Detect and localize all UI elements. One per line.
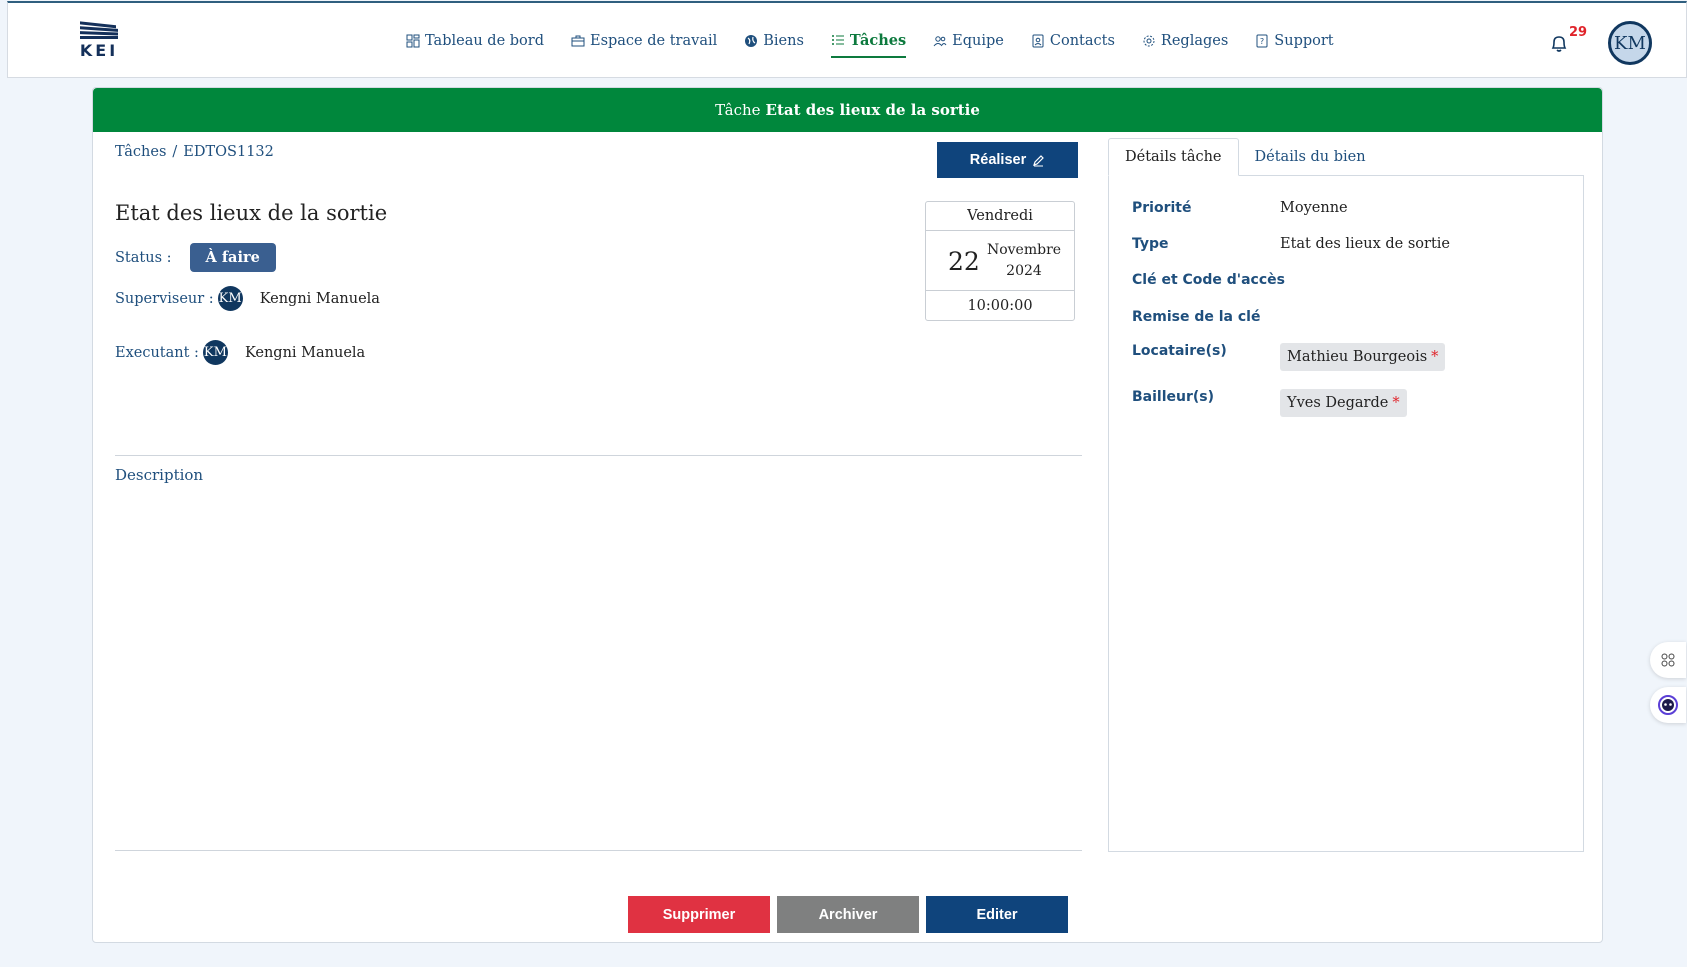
dashboard-icon	[406, 34, 420, 48]
type-value: Etat des lieux de sortie	[1280, 236, 1451, 252]
nav-workspace-label: Espace de travail	[589, 33, 718, 49]
nav-support[interactable]: ? Support	[1255, 23, 1334, 59]
nav-settings[interactable]: Reglages	[1142, 23, 1228, 59]
details-tabs: Détails tâche Détails du bien	[1108, 138, 1382, 176]
logo-text: KEI	[79, 41, 119, 60]
executor-label: Executant :	[115, 344, 199, 361]
list-icon	[831, 35, 844, 45]
pencil-icon	[1033, 154, 1045, 166]
breadcrumb-current: EDTOS1132	[183, 144, 274, 160]
type-label: Type	[1132, 236, 1169, 252]
date-time: 10:00:00	[967, 297, 1033, 314]
banner-prefix: Tâche	[715, 101, 761, 119]
executor-name: Kengni Manuela	[244, 344, 366, 361]
description-label: Description	[115, 466, 204, 484]
breadcrumb-separator: /	[172, 144, 178, 160]
date-year: 2024	[1006, 263, 1042, 279]
due-date-box: Vendredi 22 Novembre 2024 10:00:00	[925, 201, 1075, 321]
divider-top	[115, 455, 1082, 456]
tenant-required-mark: *	[1431, 349, 1439, 365]
supervisor-label: Superviseur :	[115, 290, 214, 307]
tenants-row: Locataire(s) Mathieu Bourgeois *	[1132, 343, 1446, 371]
nav-team[interactable]: Equipe	[933, 23, 1004, 59]
breadcrumb-root[interactable]: Tâches	[115, 144, 166, 160]
priority-label: Priorité	[1132, 200, 1192, 216]
team-icon	[933, 36, 947, 47]
nav-contacts-label: Contacts	[1049, 33, 1115, 49]
briefcase-icon	[571, 35, 585, 47]
supervisor-name: Kengni Manuela	[259, 290, 380, 307]
landlord-name: Yves Degarde	[1287, 395, 1389, 411]
svg-text:?: ?	[1260, 37, 1264, 46]
task-banner: Tâche Etat des lieux de la sortie	[93, 88, 1602, 132]
date-month-year: Novembre 2024	[982, 240, 1066, 282]
building-logo-icon	[80, 21, 118, 39]
tab-property-details[interactable]: Détails du bien	[1239, 138, 1382, 176]
bell-icon[interactable]	[1548, 33, 1570, 55]
key-handover-label: Remise de la clé	[1132, 309, 1261, 325]
tenant-chip[interactable]: Mathieu Bourgeois *	[1280, 343, 1446, 371]
edit-button[interactable]: Editer	[926, 896, 1068, 933]
status-row: Status : À faire	[115, 243, 276, 272]
nav-team-label: Equipe	[952, 33, 1004, 49]
nav-contacts[interactable]: Contacts	[1031, 23, 1115, 59]
key-handover-row: Remise de la clé	[1132, 309, 1312, 325]
user-avatar[interactable]: KM	[1608, 21, 1652, 65]
priority-value: Moyenne	[1280, 200, 1348, 216]
supervisor-row: Superviseur : KM Kengni Manuela	[115, 286, 380, 311]
landlords-label: Bailleur(s)	[1132, 389, 1215, 405]
breadcrumb: Tâches / EDTOS1132	[115, 144, 274, 160]
tenant-name: Mathieu Bourgeois	[1287, 349, 1428, 365]
status-label: Status :	[115, 249, 172, 266]
task-card: Tâche Etat des lieux de la sortie Tâches…	[92, 87, 1603, 943]
key-code-row: Clé et Code d'accès	[1132, 272, 1312, 288]
realiser-button[interactable]: Réaliser	[937, 142, 1078, 178]
priority-row: Priorité Moyenne	[1132, 200, 1348, 216]
date-middle: 22 Novembre 2024	[926, 231, 1074, 291]
date-day: 22	[948, 247, 980, 276]
assistant-icon	[1658, 695, 1678, 715]
nav-tasks[interactable]: Tâches	[830, 24, 907, 58]
nav-settings-label: Reglages	[1160, 33, 1229, 49]
nav-support-label: Support	[1274, 33, 1334, 49]
kei-logo[interactable]: KEI	[76, 17, 122, 61]
nav-dashboard-label: Tableau de bord	[425, 33, 544, 49]
divider-bottom	[115, 850, 1082, 851]
help-icon: ?	[1256, 34, 1268, 48]
nav-workspace[interactable]: Espace de travail	[571, 23, 717, 59]
date-weekday: Vendredi	[926, 202, 1074, 231]
executor-avatar: KM	[202, 340, 228, 365]
key-code-label: Clé et Code d'accès	[1132, 272, 1285, 288]
status-badge[interactable]: À faire	[189, 243, 276, 272]
landlords-row: Bailleur(s) Yves Degarde *	[1132, 389, 1407, 417]
nav-tasks-label: Tâches	[849, 31, 907, 49]
landlord-required-mark: *	[1392, 395, 1400, 411]
tab-task-details[interactable]: Détails tâche	[1108, 138, 1239, 176]
gear-icon	[1143, 35, 1155, 47]
apps-widget-button[interactable]	[1650, 642, 1686, 678]
nav-properties-label: Biens	[763, 33, 804, 49]
realiser-label: Réaliser	[969, 152, 1027, 168]
date-month: Novembre	[986, 242, 1062, 258]
executor-row: Executant : KM Kengni Manuela	[115, 340, 365, 365]
grid-icon	[1661, 653, 1675, 667]
task-title: Etat des lieux de la sortie	[115, 201, 388, 225]
nav-properties[interactable]: Biens	[744, 23, 804, 59]
nav-dashboard[interactable]: Tableau de bord	[406, 23, 544, 59]
main-nav: Tableau de bord Espace de travail Biens …	[406, 23, 1334, 59]
assistant-widget-button[interactable]	[1650, 687, 1686, 723]
tenants-label: Locataire(s)	[1132, 343, 1227, 359]
supervisor-avatar: KM	[217, 286, 243, 311]
landlord-chip[interactable]: Yves Degarde *	[1280, 389, 1407, 417]
banner-title: Etat des lieux de la sortie	[765, 101, 980, 119]
type-row: Type Etat des lieux de sortie	[1132, 236, 1450, 252]
archive-button[interactable]: Archiver	[777, 896, 919, 933]
top-navbar: KEI Tableau de bord Espace de travail Bi…	[7, 1, 1687, 78]
details-panel: Priorité Moyenne Type Etat des lieux de …	[1108, 175, 1584, 852]
globe-icon	[745, 35, 758, 47]
delete-button[interactable]: Supprimer	[628, 896, 770, 933]
contacts-icon	[1032, 34, 1044, 48]
notification-badge: 29	[1569, 25, 1588, 40]
